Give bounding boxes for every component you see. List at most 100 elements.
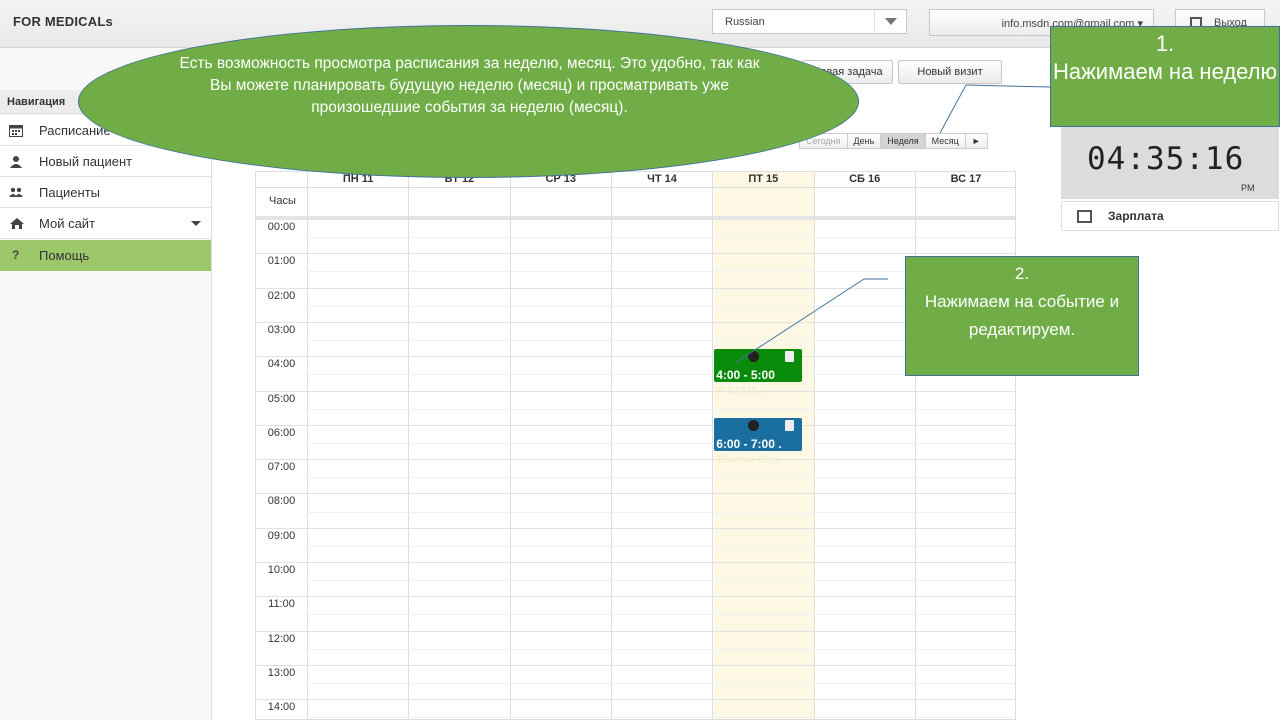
half-hour-divider — [307, 545, 1015, 547]
clock-ampm: PM — [1241, 183, 1255, 193]
header-divider — [256, 187, 1015, 188]
allday-separator — [256, 216, 1015, 220]
hour-label: 00:00 — [267, 221, 296, 233]
hour-divider — [256, 459, 1015, 461]
hour-label: 03:00 — [267, 323, 296, 336]
info-callout-text: Есть возможность просмотра расписания за… — [179, 55, 760, 116]
hour-label: 02:00 — [267, 289, 296, 302]
hour-divider — [256, 424, 1015, 426]
digital-clock: 04:35:16 PM — [1061, 127, 1279, 199]
hour-label: 12:00 — [267, 632, 296, 645]
event-title: R 53236 , — [716, 385, 764, 398]
language-value: Russian — [725, 16, 765, 28]
day-header[interactable]: ВС 17 — [914, 172, 1015, 187]
sidebar-item-label: Новый пациент — [39, 154, 133, 169]
info-callout-ellipse: Есть возможность просмотра расписания за… — [78, 25, 859, 178]
column-divider — [408, 187, 410, 719]
sidebar-item-label: Пациенты — [39, 185, 100, 200]
new-visit-label: Новый визит — [917, 66, 983, 78]
hour-label: 10:00 — [267, 564, 296, 576]
hour-divider — [256, 699, 1015, 701]
language-select[interactable]: Russian — [712, 9, 907, 34]
step1-text: Нажимаем на неделю — [1052, 59, 1278, 84]
home-icon — [9, 217, 24, 230]
hour-label: 14:00 — [267, 701, 296, 714]
day-header[interactable]: ЧТ 14 — [610, 172, 712, 187]
salary-widget[interactable]: Зарплата — [1061, 201, 1279, 231]
step1-callout: 1. Нажимаем на неделю — [1050, 26, 1280, 127]
hour-label: 08:00 — [267, 495, 296, 508]
trash-icon[interactable] — [785, 351, 795, 363]
step2-callout: 2. Нажимаем на событие и редактируем. — [905, 256, 1139, 376]
half-hour-divider — [307, 511, 1015, 513]
hour-divider — [256, 321, 1015, 323]
hour-label: 01:00 — [267, 255, 296, 268]
column-divider — [509, 187, 511, 719]
event-time: 6:00 - 7:00 . — [716, 436, 782, 451]
next-arrow-button[interactable]: ► — [964, 133, 988, 149]
step1-number: 1. — [1155, 31, 1175, 56]
half-hour-divider — [307, 477, 1015, 479]
event-title: Theme: Buy — [716, 453, 780, 466]
hour-label: 09:00 — [267, 529, 296, 542]
brand-logo[interactable]: FOR MEDICALs — [13, 14, 113, 29]
trash-icon[interactable] — [785, 419, 795, 431]
users-icon — [9, 186, 23, 199]
hour-label: 06:00 — [267, 426, 296, 439]
hour-divider — [256, 390, 1015, 392]
event-time: 4:00 - 5:00 — [716, 368, 775, 383]
column-divider — [610, 187, 612, 719]
chevron-down-icon[interactable] — [874, 10, 906, 33]
user-icon — [9, 155, 23, 168]
caret-down-icon — [191, 221, 201, 226]
calendar-event[interactable]: 4:00 - 5:00 R 53236 , — [714, 349, 803, 397]
step2-text: Нажимаем на событие и редактируем. — [924, 292, 1120, 339]
half-hour-divider — [307, 442, 1015, 444]
hours-label: Часы — [269, 195, 296, 207]
sidebar-item-label: Помощь — [39, 248, 90, 263]
hour-label: 05:00 — [267, 392, 296, 405]
half-hour-divider — [307, 580, 1015, 582]
hour-label: 13:00 — [267, 666, 296, 679]
half-hour-divider — [307, 408, 1015, 410]
half-hour-divider — [307, 237, 1015, 239]
hour-label: 11:00 — [268, 598, 295, 611]
hour-divider — [256, 356, 1015, 358]
hour-divider — [256, 596, 1015, 598]
hour-divider — [256, 630, 1015, 632]
calendar-view-switcher: Сегодня День Неделя Месяц ► — [799, 133, 988, 149]
column-divider — [813, 187, 815, 719]
new-visit-button[interactable]: Новый визит — [898, 60, 1002, 84]
step2-number: 2. — [1014, 264, 1030, 283]
sidebar-item-help[interactable]: ? Помощь — [0, 240, 211, 271]
day-header[interactable]: СБ 16 — [813, 172, 915, 187]
question-icon: ? — [12, 248, 20, 262]
clock-time: 04:35:16 — [1087, 141, 1245, 177]
salary-label: Зарплата — [1108, 209, 1164, 223]
calendar-event[interactable]: 6:00 - 7:00 . Theme: Buy — [714, 417, 803, 466]
sidebar-item-my-site[interactable]: Мой сайт — [0, 208, 211, 239]
hour-divider — [256, 562, 1015, 563]
check-icon[interactable] — [748, 351, 760, 363]
salary-table-icon — [1077, 210, 1092, 223]
sidebar-item-patients[interactable]: Пациенты — [0, 177, 211, 208]
sidebar-item-label: Мой сайт — [39, 216, 96, 231]
hour-divider — [256, 493, 1015, 495]
hour-divider — [256, 253, 1015, 255]
hour-divider — [256, 287, 1015, 289]
hour-divider — [256, 527, 1015, 529]
half-hour-divider — [307, 683, 1015, 685]
day-header[interactable]: ПТ 15 — [712, 172, 813, 187]
day-view-button[interactable]: День — [846, 133, 882, 149]
half-hour-divider — [307, 614, 1015, 616]
half-hour-divider — [307, 648, 1015, 650]
half-hour-divider — [307, 717, 1015, 719]
check-icon[interactable] — [748, 419, 760, 431]
week-view-button[interactable]: Неделя — [880, 133, 926, 149]
column-divider — [307, 187, 308, 719]
calendar-icon — [9, 124, 23, 137]
hour-label: 07:00 — [267, 461, 296, 474]
week-calendar: Часы ПН 11 ВТ 12 СР 13 ЧТ 14 ПТ 15 СБ 16 ВС 17… — [255, 171, 1016, 720]
month-view-button[interactable]: Месяц — [924, 133, 966, 149]
hour-divider — [256, 664, 1015, 666]
